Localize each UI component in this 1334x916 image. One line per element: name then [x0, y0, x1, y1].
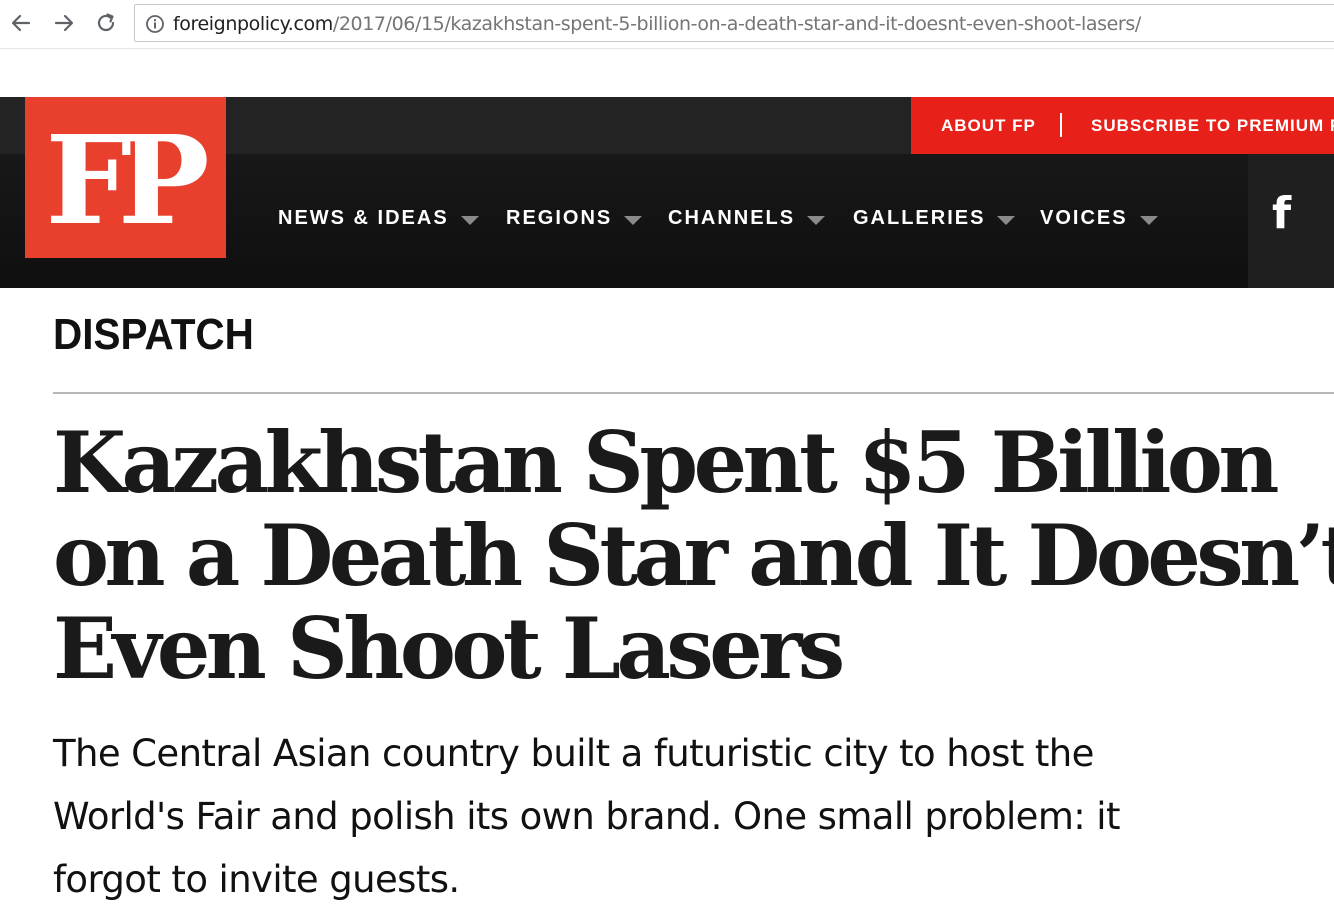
caret-down-icon — [460, 215, 479, 225]
about-fp-link[interactable]: ABOUT FP — [941, 116, 1036, 136]
facebook-button[interactable]: f — [1248, 154, 1334, 288]
nav-voices[interactable]: VOICES — [1040, 207, 1158, 230]
utility-bar: ABOUT FP SUBSCRIBE TO PREMIUM FO — [911, 97, 1334, 154]
section-label[interactable]: DISPATCH — [53, 310, 254, 360]
back-button[interactable] — [6, 8, 36, 38]
nav-channels[interactable]: CHANNELS — [668, 207, 826, 230]
info-icon[interactable] — [145, 14, 165, 34]
nav-voices-label: VOICES — [1040, 207, 1128, 229]
back-arrow-icon — [11, 14, 31, 32]
caret-down-icon — [1139, 215, 1158, 225]
reload-button[interactable] — [91, 8, 121, 38]
caret-down-icon — [624, 215, 643, 225]
nav-channels-label: CHANNELS — [668, 207, 796, 229]
address-bar[interactable]: foreignpolicy.com/2017/06/15/kazakhstan-… — [134, 4, 1334, 42]
article-headline: Kazakhstan Spent $5 Billion on a Death S… — [53, 416, 1334, 695]
dek-line: forgot to invite guests. — [53, 858, 460, 901]
forward-button[interactable] — [49, 8, 79, 38]
url-host: foreignpolicy.com — [173, 13, 333, 35]
facebook-icon: f — [1272, 188, 1292, 239]
browser-toolbar: foreignpolicy.com/2017/06/15/kazakhstan-… — [0, 0, 1334, 49]
fp-logo[interactable]: FP — [25, 97, 226, 258]
utility-divider — [1060, 113, 1062, 137]
nav-galleries-label: GALLERIES — [853, 207, 986, 229]
url-path: /2017/06/15/kazakhstan-spent-5-billion-o… — [332, 13, 1141, 35]
caret-down-icon — [807, 215, 826, 225]
caret-down-icon — [997, 215, 1016, 225]
logo-text: FP — [45, 107, 209, 252]
url-text: foreignpolicy.com/2017/06/15/kazakhstan-… — [173, 13, 1141, 35]
dek-line: The Central Asian country built a futuri… — [53, 732, 1094, 775]
site-header: FP ABOUT FP SUBSCRIBE TO PREMIUM FO NEWS… — [0, 97, 1334, 288]
section-divider — [53, 392, 1334, 394]
headline-line: Kazakhstan Spent $5 Billion — [53, 413, 1280, 512]
nav-news-ideas[interactable]: NEWS & IDEAS — [278, 207, 479, 230]
nav-news-ideas-label: NEWS & IDEAS — [278, 207, 449, 229]
nav-regions[interactable]: REGIONS — [506, 207, 643, 230]
headline-line: on a Death Star and It Doesn’t — [53, 506, 1334, 605]
forward-arrow-icon — [54, 14, 74, 32]
subscribe-premium-link[interactable]: SUBSCRIBE TO PREMIUM FO — [1091, 116, 1334, 136]
dek-line: World's Fair and polish its own brand. O… — [53, 795, 1120, 838]
article-dek: The Central Asian country built a futuri… — [53, 722, 1253, 911]
reload-icon — [97, 13, 115, 32]
nav-galleries[interactable]: GALLERIES — [853, 207, 1016, 230]
headline-line: Even Shoot Lasers — [53, 599, 845, 698]
nav-regions-label: REGIONS — [506, 207, 613, 229]
